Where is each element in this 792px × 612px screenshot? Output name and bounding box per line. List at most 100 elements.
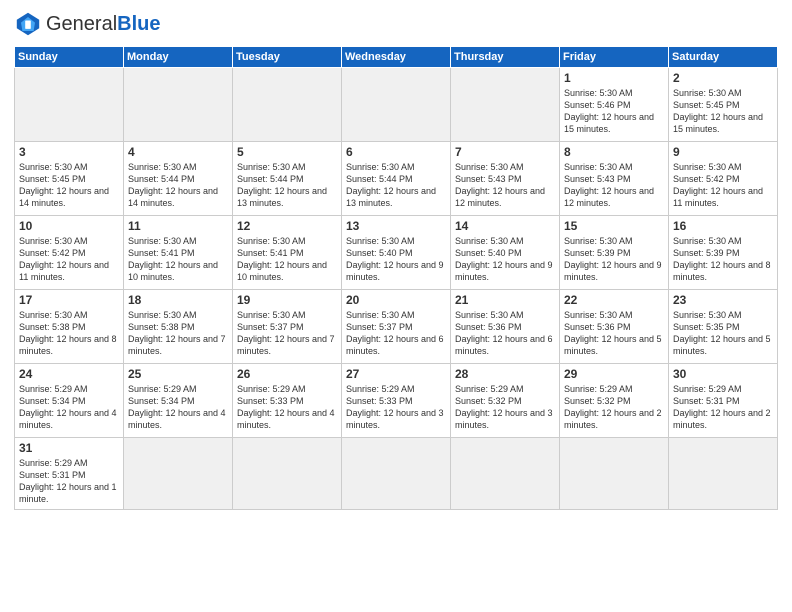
day-info: Sunrise: 5:29 AM Sunset: 5:32 PM Dayligh… xyxy=(564,383,664,432)
day-info: Sunrise: 5:30 AM Sunset: 5:37 PM Dayligh… xyxy=(346,309,446,358)
general-blue-logo-icon xyxy=(14,10,42,38)
calendar-col-header-sunday: Sunday xyxy=(15,47,124,68)
day-number: 13 xyxy=(346,219,446,233)
day-number: 31 xyxy=(19,441,119,455)
calendar-cell xyxy=(451,438,560,510)
calendar-week-row: 31 Sunrise: 5:29 AM Sunset: 5:31 PM Dayli… xyxy=(15,438,778,510)
day-info: Sunrise: 5:30 AM Sunset: 5:44 PM Dayligh… xyxy=(237,161,337,210)
calendar-cell: 17 Sunrise: 5:30 AM Sunset: 5:38 PM Dayli… xyxy=(15,290,124,364)
calendar-week-row: 1Sunrise: 5:30 AM Sunset: 5:46 PM Daylig… xyxy=(15,68,778,142)
calendar-cell: 18 Sunrise: 5:30 AM Sunset: 5:38 PM Dayli… xyxy=(124,290,233,364)
calendar-cell: 11Sunrise: 5:30 AM Sunset: 5:41 PM Dayli… xyxy=(124,216,233,290)
day-info: Sunrise: 5:29 AM Sunset: 5:32 PM Dayligh… xyxy=(455,383,555,432)
calendar-cell xyxy=(15,68,124,142)
day-number: 11 xyxy=(128,219,228,233)
day-info: Sunrise: 5:30 AM Sunset: 5:42 PM Dayligh… xyxy=(19,235,119,284)
day-info: Sunrise: 5:30 AM Sunset: 5:42 PM Dayligh… xyxy=(673,161,773,210)
day-info: Sunrise: 5:30 AM Sunset: 5:38 PM Dayligh… xyxy=(128,309,228,358)
calendar-cell: 4Sunrise: 5:30 AM Sunset: 5:44 PM Daylig… xyxy=(124,142,233,216)
calendar-cell: 9 Sunrise: 5:30 AM Sunset: 5:42 PM Daylig… xyxy=(669,142,778,216)
day-info: Sunrise: 5:30 AM Sunset: 5:45 PM Dayligh… xyxy=(673,87,773,136)
calendar-cell: 7 Sunrise: 5:30 AM Sunset: 5:43 PM Daylig… xyxy=(451,142,560,216)
calendar-cell: 31 Sunrise: 5:29 AM Sunset: 5:31 PM Dayli… xyxy=(15,438,124,510)
day-info: Sunrise: 5:30 AM Sunset: 5:45 PM Dayligh… xyxy=(19,161,119,210)
day-info: Sunrise: 5:29 AM Sunset: 5:33 PM Dayligh… xyxy=(237,383,337,432)
calendar-cell: 29 Sunrise: 5:29 AM Sunset: 5:32 PM Dayli… xyxy=(560,364,669,438)
page: GeneralBlue SundayMondayTuesdayWednesday… xyxy=(0,0,792,612)
day-number: 27 xyxy=(346,367,446,381)
calendar-col-header-tuesday: Tuesday xyxy=(233,47,342,68)
calendar-cell: 21Sunrise: 5:30 AM Sunset: 5:36 PM Dayli… xyxy=(451,290,560,364)
day-number: 2 xyxy=(673,71,773,85)
logo-text: GeneralBlue xyxy=(46,13,161,36)
calendar-col-header-monday: Monday xyxy=(124,47,233,68)
day-number: 23 xyxy=(673,293,773,307)
calendar-cell: 15Sunrise: 5:30 AM Sunset: 5:39 PM Dayli… xyxy=(560,216,669,290)
day-info: Sunrise: 5:29 AM Sunset: 5:33 PM Dayligh… xyxy=(346,383,446,432)
calendar-week-row: 3Sunrise: 5:30 AM Sunset: 5:45 PM Daylig… xyxy=(15,142,778,216)
calendar-week-row: 17 Sunrise: 5:30 AM Sunset: 5:38 PM Dayli… xyxy=(15,290,778,364)
calendar-cell: 19Sunrise: 5:30 AM Sunset: 5:37 PM Dayli… xyxy=(233,290,342,364)
day-info: Sunrise: 5:30 AM Sunset: 5:36 PM Dayligh… xyxy=(455,309,555,358)
day-info: Sunrise: 5:29 AM Sunset: 5:34 PM Dayligh… xyxy=(19,383,119,432)
day-info: Sunrise: 5:30 AM Sunset: 5:38 PM Dayligh… xyxy=(19,309,119,358)
day-info: Sunrise: 5:29 AM Sunset: 5:31 PM Dayligh… xyxy=(673,383,773,432)
day-info: Sunrise: 5:30 AM Sunset: 5:40 PM Dayligh… xyxy=(455,235,555,284)
day-number: 6 xyxy=(346,145,446,159)
calendar-cell: 25 Sunrise: 5:29 AM Sunset: 5:34 PM Dayli… xyxy=(124,364,233,438)
calendar-cell: 23 Sunrise: 5:30 AM Sunset: 5:35 PM Dayli… xyxy=(669,290,778,364)
day-info: Sunrise: 5:29 AM Sunset: 5:34 PM Dayligh… xyxy=(128,383,228,432)
day-number: 12 xyxy=(237,219,337,233)
day-number: 25 xyxy=(128,367,228,381)
day-info: Sunrise: 5:30 AM Sunset: 5:40 PM Dayligh… xyxy=(346,235,446,284)
day-info: Sunrise: 5:30 AM Sunset: 5:37 PM Dayligh… xyxy=(237,309,337,358)
day-info: Sunrise: 5:30 AM Sunset: 5:41 PM Dayligh… xyxy=(237,235,337,284)
logo: GeneralBlue xyxy=(14,10,161,38)
calendar-cell: 13 Sunrise: 5:30 AM Sunset: 5:40 PM Dayli… xyxy=(342,216,451,290)
calendar-table: SundayMondayTuesdayWednesdayThursdayFrid… xyxy=(14,46,778,510)
calendar-cell xyxy=(560,438,669,510)
day-number: 28 xyxy=(455,367,555,381)
day-number: 24 xyxy=(19,367,119,381)
day-number: 20 xyxy=(346,293,446,307)
calendar-cell: 16 Sunrise: 5:30 AM Sunset: 5:39 PM Dayli… xyxy=(669,216,778,290)
day-info: Sunrise: 5:30 AM Sunset: 5:35 PM Dayligh… xyxy=(673,309,773,358)
calendar-cell: 14 Sunrise: 5:30 AM Sunset: 5:40 PM Dayli… xyxy=(451,216,560,290)
calendar-cell xyxy=(124,68,233,142)
day-number: 16 xyxy=(673,219,773,233)
calendar-week-row: 10 Sunrise: 5:30 AM Sunset: 5:42 PM Dayli… xyxy=(15,216,778,290)
calendar-cell xyxy=(233,438,342,510)
day-number: 10 xyxy=(19,219,119,233)
day-info: Sunrise: 5:30 AM Sunset: 5:46 PM Dayligh… xyxy=(564,87,664,136)
day-info: Sunrise: 5:30 AM Sunset: 5:39 PM Dayligh… xyxy=(673,235,773,284)
calendar-cell: 1Sunrise: 5:30 AM Sunset: 5:46 PM Daylig… xyxy=(560,68,669,142)
calendar-cell xyxy=(669,438,778,510)
day-number: 30 xyxy=(673,367,773,381)
day-number: 18 xyxy=(128,293,228,307)
day-info: Sunrise: 5:30 AM Sunset: 5:36 PM Dayligh… xyxy=(564,309,664,358)
calendar-cell xyxy=(342,68,451,142)
day-info: Sunrise: 5:30 AM Sunset: 5:43 PM Dayligh… xyxy=(564,161,664,210)
day-number: 7 xyxy=(455,145,555,159)
calendar-col-header-friday: Friday xyxy=(560,47,669,68)
calendar-cell: 30 Sunrise: 5:29 AM Sunset: 5:31 PM Dayli… xyxy=(669,364,778,438)
day-info: Sunrise: 5:29 AM Sunset: 5:31 PM Dayligh… xyxy=(19,457,119,506)
calendar-col-header-saturday: Saturday xyxy=(669,47,778,68)
header: GeneralBlue xyxy=(14,10,778,38)
day-number: 17 xyxy=(19,293,119,307)
day-number: 14 xyxy=(455,219,555,233)
calendar-cell: 12 Sunrise: 5:30 AM Sunset: 5:41 PM Dayli… xyxy=(233,216,342,290)
calendar-cell: 10 Sunrise: 5:30 AM Sunset: 5:42 PM Dayli… xyxy=(15,216,124,290)
calendar-cell: 24 Sunrise: 5:29 AM Sunset: 5:34 PM Dayli… xyxy=(15,364,124,438)
calendar-cell: 6 Sunrise: 5:30 AM Sunset: 5:44 PM Daylig… xyxy=(342,142,451,216)
calendar-cell xyxy=(451,68,560,142)
day-number: 29 xyxy=(564,367,664,381)
day-number: 4 xyxy=(128,145,228,159)
calendar-cell: 3Sunrise: 5:30 AM Sunset: 5:45 PM Daylig… xyxy=(15,142,124,216)
day-info: Sunrise: 5:30 AM Sunset: 5:44 PM Dayligh… xyxy=(346,161,446,210)
calendar-cell: 2 Sunrise: 5:30 AM Sunset: 5:45 PM Daylig… xyxy=(669,68,778,142)
day-number: 9 xyxy=(673,145,773,159)
calendar-col-header-thursday: Thursday xyxy=(451,47,560,68)
day-info: Sunrise: 5:30 AM Sunset: 5:43 PM Dayligh… xyxy=(455,161,555,210)
calendar-cell xyxy=(124,438,233,510)
